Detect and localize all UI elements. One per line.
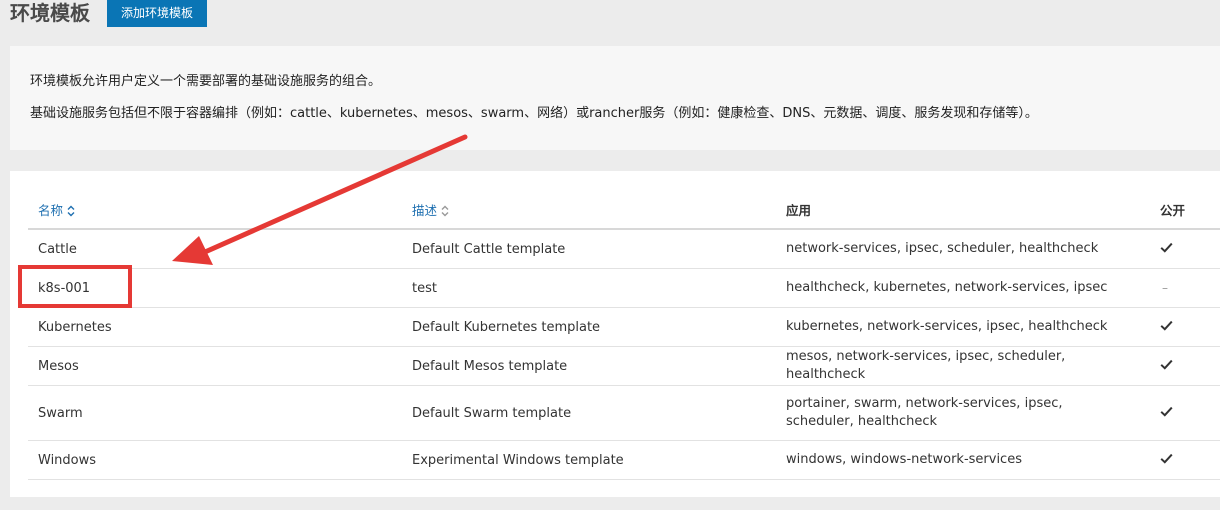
- template-apps: healthcheck, kubernetes, network-service…: [776, 268, 1150, 308]
- check-icon: [1160, 453, 1173, 464]
- table-row[interactable]: Mesos Default Mesos template mesos, networ…: [28, 346, 1220, 386]
- column-header-public: 公开: [1150, 191, 1220, 230]
- column-header-name-label: 名称: [38, 203, 64, 218]
- description-line-1: 环境模板允许用户定义一个需要部署的基础设施服务的组合。: [30, 74, 382, 89]
- add-environment-template-button[interactable]: 添加环境模板: [107, 0, 207, 27]
- table-header-row: 名称 描述 应用 公开: [28, 191, 1220, 230]
- template-description: Experimental Windows template: [402, 440, 776, 480]
- template-name: Kubernetes: [28, 307, 402, 347]
- template-public: [1150, 346, 1220, 386]
- column-header-apps: 应用: [776, 191, 1150, 230]
- template-description: Default Kubernetes template: [402, 307, 776, 347]
- template-name: Swarm: [28, 385, 402, 441]
- check-icon: [1160, 406, 1173, 417]
- check-icon: [1160, 359, 1173, 370]
- templates-table: 名称 描述 应用 公开 Cattle Default Cattle templat…: [28, 191, 1220, 480]
- template-apps: mesos, network-services, ipsec, schedule…: [776, 346, 1150, 386]
- column-header-description[interactable]: 描述: [402, 191, 776, 230]
- template-apps: kubernetes, network-services, ipsec, hea…: [776, 307, 1150, 347]
- template-public: –: [1150, 268, 1220, 308]
- check-icon: [1160, 242, 1173, 253]
- template-apps: windows, windows-network-services: [776, 440, 1150, 480]
- not-public-mark: –: [1162, 280, 1168, 295]
- page-title: 环境模板: [10, 1, 90, 25]
- template-description: Default Cattle template: [402, 229, 776, 269]
- template-name: Mesos: [28, 346, 402, 386]
- description-panel: 环境模板允许用户定义一个需要部署的基础设施服务的组合。 基础设施服务包括但不限于…: [10, 46, 1220, 150]
- table-row[interactable]: Kubernetes Default Kubernetes template kub…: [28, 307, 1220, 347]
- table-row[interactable]: k8s-001 test healthcheck, kubernetes, netw…: [28, 268, 1220, 308]
- column-header-description-label: 描述: [412, 203, 438, 218]
- template-apps: network-services, ipsec, scheduler, heal…: [776, 229, 1150, 269]
- table-row[interactable]: Cattle Default Cattle template network-ser…: [28, 229, 1220, 269]
- check-icon: [1160, 320, 1173, 331]
- template-description: Default Swarm template: [402, 385, 776, 441]
- template-public: [1150, 385, 1220, 441]
- template-apps: portainer, swarm, network-services, ipse…: [776, 385, 1150, 441]
- template-name: k8s-001: [28, 268, 402, 308]
- description-line-2: 基础设施服务包括但不限于容器编排（例如：cattle、kubernetes、me…: [30, 106, 1038, 121]
- template-public: [1150, 440, 1220, 480]
- template-public: [1150, 229, 1220, 269]
- templates-table-panel: 名称 描述 应用 公开 Cattle Default Cattle templat…: [10, 171, 1220, 497]
- template-name: Windows: [28, 440, 402, 480]
- sort-icon[interactable]: [67, 205, 75, 217]
- table-row[interactable]: Swarm Default Swarm template portainer, sw…: [28, 385, 1220, 441]
- template-name: Cattle: [28, 229, 402, 269]
- column-header-name[interactable]: 名称: [28, 191, 402, 230]
- sort-icon[interactable]: [441, 205, 449, 217]
- table-row[interactable]: Windows Experimental Windows template wind…: [28, 440, 1220, 480]
- template-public: [1150, 307, 1220, 347]
- template-description: test: [402, 268, 776, 308]
- template-description: Default Mesos template: [402, 346, 776, 386]
